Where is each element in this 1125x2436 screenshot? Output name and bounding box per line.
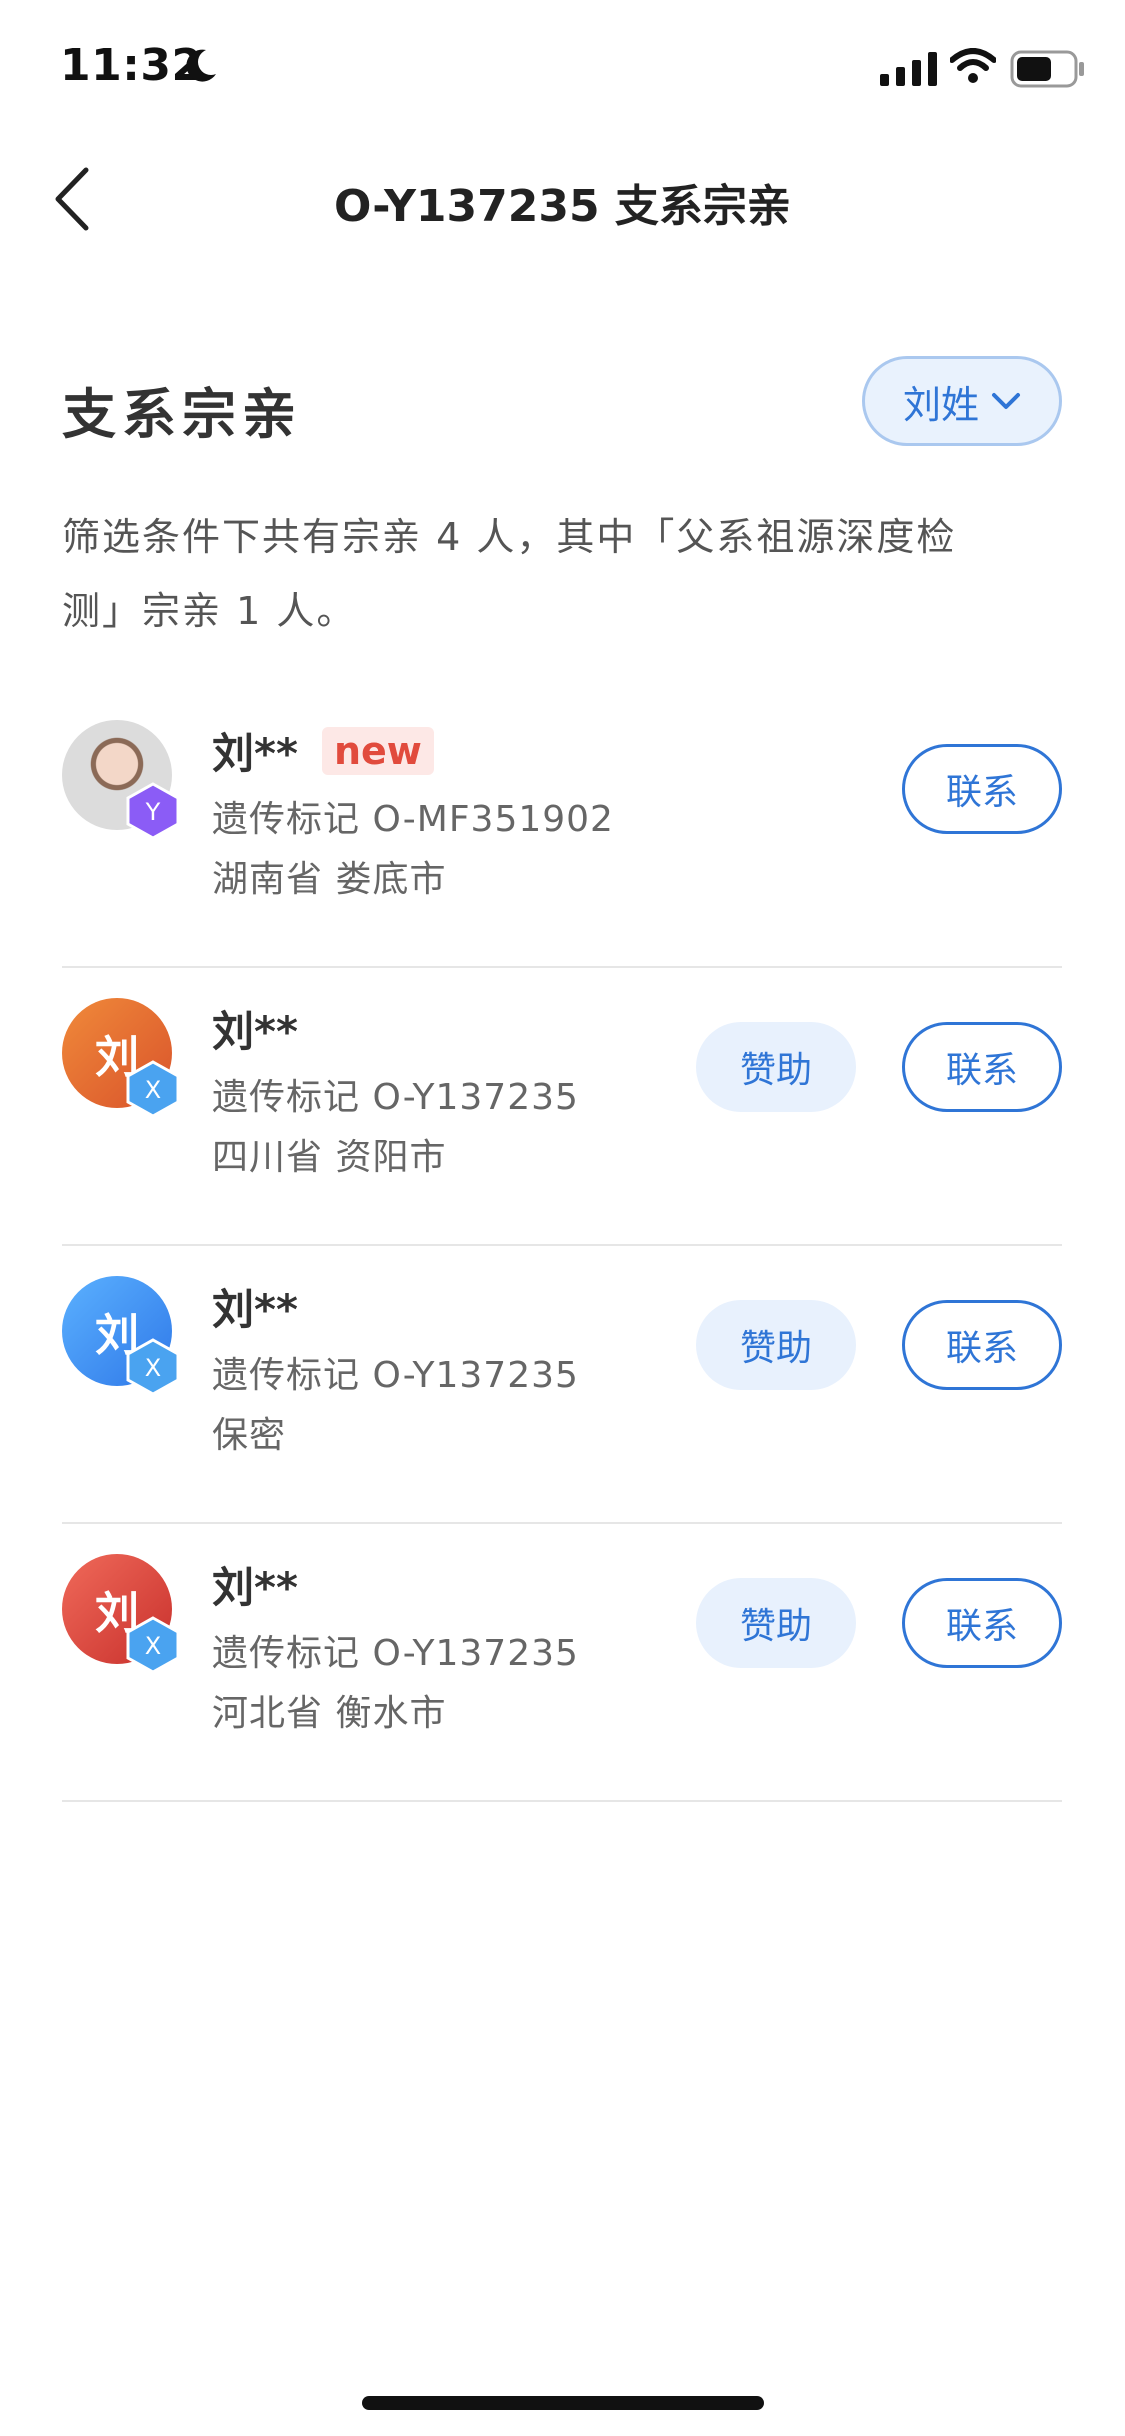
location: 湖南省 娄底市 xyxy=(212,859,447,900)
filter-label: 刘姓 xyxy=(902,382,979,427)
relative-name: 刘** xyxy=(212,1563,298,1612)
wifi-icon xyxy=(950,48,996,83)
status-bar: 11:32 xyxy=(0,0,1125,132)
summary-text: 筛选条件下共有宗亲 4 人，其中「父系祖源深度检 测」宗亲 1 人。 xyxy=(62,500,1062,648)
contact-button[interactable]: 联系 xyxy=(902,744,1062,834)
x-badge-icon: X xyxy=(126,1616,180,1674)
list-item[interactable]: 刘 X 刘** 遗传标记 O-Y137235 保密 赞助 联系 xyxy=(62,1246,1062,1524)
chevron-down-icon xyxy=(992,393,1020,409)
location: 河北省 衡水市 xyxy=(212,1693,447,1734)
list-item[interactable]: 刘 X 刘** 遗传标记 O-Y137235 四川省 资阳市 赞助 联系 xyxy=(62,968,1062,1246)
sponsor-button[interactable]: 赞助 xyxy=(696,1578,856,1668)
genetic-marker: 遗传标记 O-Y137235 xyxy=(212,1633,579,1674)
page-title: O-Y137235 支系宗亲 xyxy=(334,181,791,232)
badge-letter: X xyxy=(145,1632,161,1660)
sponsor-button[interactable]: 赞助 xyxy=(696,1022,856,1112)
relatives-list: Y 刘** new 遗传标记 O-MF351902 湖南省 娄底市 联系 刘 X… xyxy=(62,690,1062,1802)
badge-letter: X xyxy=(145,1354,161,1382)
section-title: 支系宗亲 xyxy=(62,383,302,446)
x-badge-icon: X xyxy=(126,1338,180,1396)
list-item[interactable]: Y 刘** new 遗传标记 O-MF351902 湖南省 娄底市 联系 xyxy=(62,690,1062,968)
summary-line-1: 筛选条件下共有宗亲 4 人，其中「父系祖源深度检 xyxy=(62,515,957,559)
summary-line-2: 测」宗亲 1 人。 xyxy=(62,589,357,633)
relative-name: 刘** xyxy=(212,1007,298,1056)
badge-letter: Y xyxy=(145,798,161,826)
x-badge-icon: X xyxy=(126,1060,180,1118)
contact-button[interactable]: 联系 xyxy=(902,1022,1062,1112)
badge-letter: X xyxy=(145,1076,161,1104)
genetic-marker: 遗传标记 O-Y137235 xyxy=(212,1077,579,1118)
signal-icon xyxy=(880,52,937,86)
new-badge: new xyxy=(321,726,434,775)
relative-name: 刘** xyxy=(212,729,298,778)
moon-icon xyxy=(186,49,216,82)
genetic-marker: 遗传标记 O-Y137235 xyxy=(212,1355,579,1396)
relative-name: 刘** xyxy=(212,1285,298,1334)
list-item[interactable]: 刘 X 刘** 遗传标记 O-Y137235 河北省 衡水市 赞助 联系 xyxy=(62,1524,1062,1802)
location: 保密 xyxy=(212,1415,287,1456)
location: 四川省 资阳市 xyxy=(212,1137,447,1178)
y-haplogroup-badge-icon: Y xyxy=(126,782,180,840)
home-indicator[interactable] xyxy=(362,2396,764,2410)
contact-button[interactable]: 联系 xyxy=(902,1578,1062,1668)
surname-filter-button[interactable]: 刘姓 xyxy=(862,356,1062,446)
sponsor-button[interactable]: 赞助 xyxy=(696,1300,856,1390)
genetic-marker: 遗传标记 O-MF351902 xyxy=(212,799,614,840)
battery-icon xyxy=(1010,50,1084,88)
contact-button[interactable]: 联系 xyxy=(902,1300,1062,1390)
